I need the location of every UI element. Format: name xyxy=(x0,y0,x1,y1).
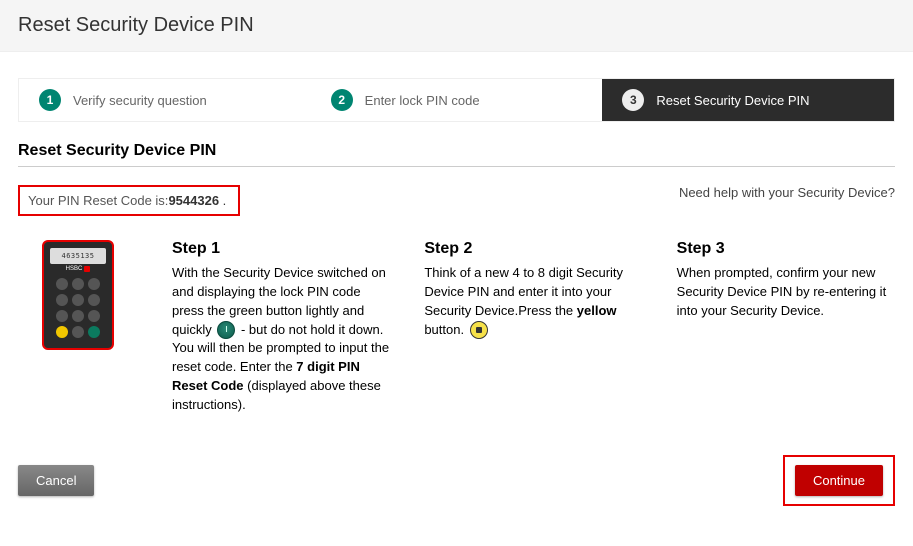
step-3-title: Step 3 xyxy=(677,240,895,258)
cancel-button[interactable]: Cancel xyxy=(18,465,94,496)
step-3-col: Step 3 When prompted, confirm your new S… xyxy=(677,240,895,415)
progress-label-1: Verify security question xyxy=(73,93,207,108)
progress-label-3: Reset Security Device PIN xyxy=(656,93,809,108)
device-keypad xyxy=(56,278,100,338)
device-brand: HSBC xyxy=(66,266,91,272)
progress-step-2: 2 Enter lock PIN code xyxy=(311,79,603,121)
progress-num-3: 3 xyxy=(622,89,644,111)
progress-step-1: 1 Verify security question xyxy=(19,79,311,121)
reset-code-highlight: Your PIN Reset Code is:9544326 . xyxy=(18,185,240,216)
reset-code-value: 9544326 xyxy=(168,193,219,208)
device-screen: 4635135 xyxy=(50,248,106,264)
security-device-icon: 4635135 HSBC xyxy=(42,240,114,350)
device-image-col: 4635135 HSBC xyxy=(18,240,138,415)
hsbc-logo-icon xyxy=(84,266,90,272)
step-1-text: With the Security Device switched on and… xyxy=(172,264,390,415)
step-3-text: When prompted, confirm your new Security… xyxy=(677,264,895,321)
section-title: Reset Security Device PIN xyxy=(18,142,895,160)
page-header: Reset Security Device PIN xyxy=(0,0,913,52)
step-2-text: Think of a new 4 to 8 digit Security Dev… xyxy=(424,264,642,339)
progress-num-1: 1 xyxy=(39,89,61,111)
step-1-title: Step 1 xyxy=(172,240,390,258)
divider xyxy=(18,166,895,167)
page-title: Reset Security Device PIN xyxy=(18,14,895,37)
progress-label-2: Enter lock PIN code xyxy=(365,93,480,108)
reset-code-suffix: . xyxy=(219,193,226,208)
progress-step-3: 3 Reset Security Device PIN xyxy=(602,79,894,121)
continue-button[interactable]: Continue xyxy=(795,465,883,496)
reset-code-label: Your PIN Reset Code is: xyxy=(28,193,168,208)
progress-num-2: 2 xyxy=(331,89,353,111)
step-2-col: Step 2 Think of a new 4 to 8 digit Secur… xyxy=(424,240,642,415)
step-1-col: Step 1 With the Security Device switched… xyxy=(172,240,390,415)
green-button-icon xyxy=(217,321,235,339)
yellow-button-icon xyxy=(470,321,488,339)
continue-highlight: Continue xyxy=(783,455,895,506)
step-2-title: Step 2 xyxy=(424,240,642,258)
progress-bar: 1 Verify security question 2 Enter lock … xyxy=(18,78,895,122)
help-link[interactable]: Need help with your Security Device? xyxy=(679,185,895,200)
